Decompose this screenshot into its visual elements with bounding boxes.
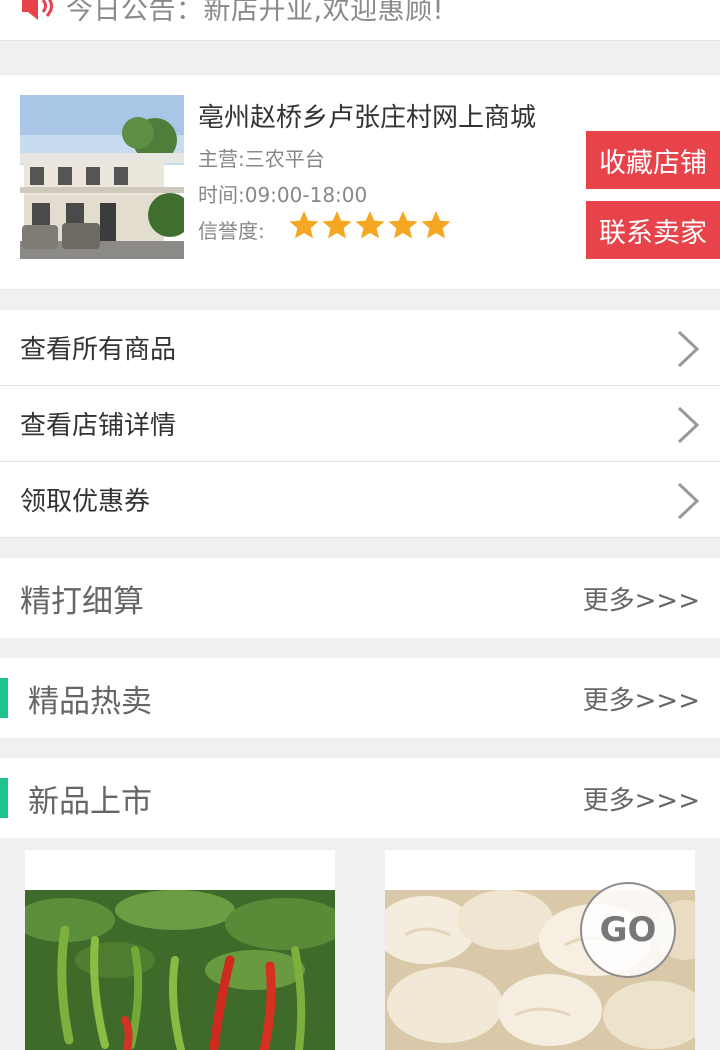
product-card[interactable] [25,850,335,1050]
more-link[interactable]: 更多>>> [583,680,700,717]
shop-credit-label: 信誉度: [198,219,265,243]
shop-photo [20,95,184,259]
star-icon [355,211,385,239]
notice-bar: 今日公告：新店开业,欢迎惠顾! [0,0,720,41]
shop-card: 亳州赵桥乡卢张庄村网上商城 主营:三农平台 时间:09:00-18:00 信誉度… [0,74,720,290]
menu-item-label: 查看店铺详情 [20,411,177,441]
contact-seller-button[interactable]: 联系卖家 [586,201,720,259]
shop-business: 主营:三农平台 [198,147,325,171]
menu-item-label: 领取优惠券 [20,487,151,517]
menu-item-label: 查看所有商品 [20,335,177,365]
speaker-icon [22,0,53,20]
star-icon [388,211,418,239]
section-title: 精品热卖 [28,683,152,720]
star-icon [289,211,319,239]
menu-item-shop-details[interactable]: 查看店铺详情 [0,386,720,462]
section-header-budget: 精打细算 更多>>> [0,558,720,638]
shop-menu: 查看所有商品 查看店铺详情 领取优惠券 [0,310,720,538]
section-title: 精打细算 [20,583,144,620]
favorite-shop-button[interactable]: 收藏店铺 [586,131,720,189]
section-accent-bar [0,778,8,818]
notice-text: 今日公告：新店开业,欢迎惠顾! [66,0,444,26]
menu-item-coupons[interactable]: 领取优惠券 [0,462,720,538]
more-link[interactable]: 更多>>> [583,780,700,817]
go-floating-button[interactable]: GO [580,882,676,978]
chevron-right-icon [677,330,700,368]
product-image-chili[interactable] [25,890,335,1050]
shop-name: 亳州赵桥乡卢张庄村网上商城 [198,103,537,133]
chevron-right-icon [677,406,700,444]
section-header-hot: 精品热卖 更多>>> [0,658,720,738]
star-icon [322,211,352,239]
section-accent-bar [0,678,8,718]
menu-item-all-products[interactable]: 查看所有商品 [0,310,720,386]
star-icon [421,211,451,239]
section-title: 新品上市 [28,783,152,820]
rating-stars [288,209,452,241]
shop-hours: 时间:09:00-18:00 [198,183,368,207]
more-link[interactable]: 更多>>> [583,580,700,617]
section-header-new: 新品上市 更多>>> [0,758,720,838]
chevron-right-icon [677,482,700,520]
